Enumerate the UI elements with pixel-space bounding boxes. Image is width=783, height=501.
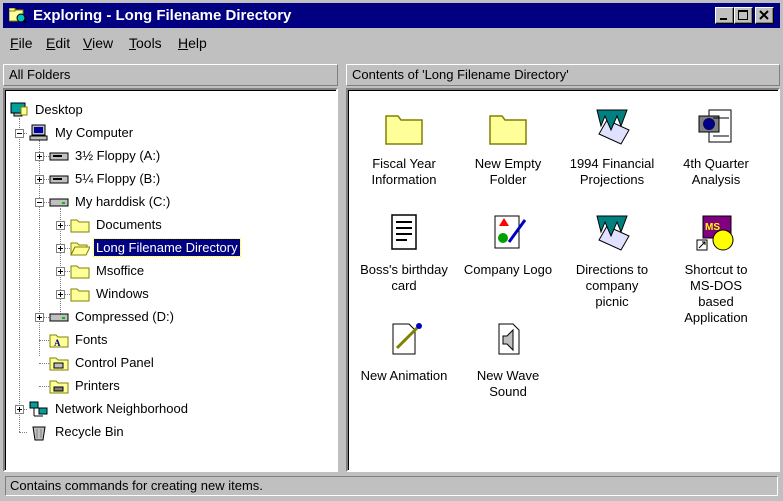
printers-folder-icon — [49, 380, 69, 394]
tree-label: Recycle Bin — [55, 424, 124, 439]
document-icon — [391, 214, 417, 250]
status-text: Contains commands for creating new items… — [5, 476, 778, 496]
folder-icon — [70, 219, 90, 233]
open-folder-icon — [70, 242, 90, 256]
folder-icon — [70, 288, 90, 302]
maximize-icon — [738, 10, 748, 20]
tree-label: Control Panel — [75, 355, 154, 370]
presentation-icon — [698, 109, 732, 143]
fonts-folder-icon: A — [49, 334, 69, 348]
paint-icon — [494, 215, 527, 249]
collapse-harddisk-c[interactable] — [35, 198, 44, 207]
file-item-company-logo[interactable]: Company Logo — [456, 212, 560, 278]
menu-edit[interactable]: Edit — [46, 35, 70, 51]
folder-icon — [70, 265, 90, 279]
hard-drive-icon — [49, 198, 69, 207]
menu-file[interactable]: File — [10, 35, 33, 51]
hard-drive-icon — [49, 313, 69, 322]
tree-label: Msoffice — [96, 263, 145, 278]
worksheet-icon — [596, 215, 630, 251]
menu-view[interactable]: View — [83, 35, 113, 51]
folder-icon — [385, 115, 423, 145]
expand-floppy-a[interactable] — [35, 152, 44, 161]
explorer-window: Exploring - Long Filename Directory File… — [0, 0, 783, 501]
svg-text:A: A — [54, 338, 61, 348]
file-item-boss-birthday-card[interactable]: Boss's birthday card — [352, 212, 456, 294]
tree-label: 5¼ Floppy (B:) — [75, 171, 161, 186]
expand-compressed-d[interactable] — [35, 313, 44, 322]
tree-label: Long Filename Directory — [93, 238, 241, 257]
tree-label: Fonts — [75, 332, 108, 347]
folder-icon — [489, 115, 527, 145]
tree-label: Desktop — [35, 102, 83, 117]
file-item-4th-quarter-analysis[interactable]: 4th Quarter Analysis — [664, 106, 768, 188]
tree-line — [19, 432, 27, 433]
tree-label: My harddisk (C:) — [75, 194, 171, 209]
floppy-drive-icon — [49, 175, 69, 184]
file-item-new-wave-sound[interactable]: New Wave Sound — [456, 318, 560, 400]
file-item-shortcut-to-msdos[interactable]: MS Shortcut to MS-DOS based Application — [664, 212, 768, 326]
tree-label: 3½ Floppy (A:) — [75, 148, 161, 163]
all-folders-header: All Folders — [3, 64, 338, 86]
tree-label: My Computer — [55, 125, 134, 140]
computer-icon — [29, 124, 48, 141]
file-item-fiscal-year[interactable]: Fiscal Year Information — [352, 106, 456, 188]
contents-header: Contents of 'Long Filename Directory' — [346, 64, 780, 86]
title-bar[interactable]: Exploring - Long Filename Directory — [3, 3, 780, 28]
control-panel-icon — [49, 357, 69, 371]
minimize-button[interactable] — [715, 7, 734, 24]
recycle-bin-icon — [32, 426, 46, 441]
expand-network[interactable] — [15, 405, 24, 414]
expand-floppy-b[interactable] — [35, 175, 44, 184]
tree-label: Printers — [75, 378, 120, 393]
status-bar: Contains commands for creating new items… — [3, 474, 780, 498]
tree-label: Windows — [96, 286, 149, 301]
expand-windows[interactable] — [56, 290, 65, 299]
contents-pane[interactable]: Fiscal Year Information New Empty Folder 1… — [346, 88, 780, 472]
tree-line — [19, 118, 20, 432]
minimize-icon — [720, 18, 727, 20]
file-item-new-animation[interactable]: New Animation — [352, 318, 456, 384]
desktop-icon — [10, 102, 28, 117]
msdos-shortcut-icon: MS — [696, 215, 734, 251]
maximize-button[interactable] — [734, 7, 753, 24]
close-button[interactable] — [755, 7, 774, 24]
expand-msoffice[interactable] — [56, 267, 65, 276]
animation-icon — [392, 323, 422, 355]
network-icon — [29, 401, 48, 417]
tree-label: Documents — [96, 217, 162, 232]
expand-long-filename[interactable] — [56, 244, 65, 253]
folder-tree-pane[interactable]: Desktop My Computer 3½ Floppy (A:) 5¼ Fl… — [3, 88, 338, 472]
tree-label: Network Neighborhood — [55, 401, 188, 416]
menu-bar: File Edit View Tools Help — [3, 30, 780, 56]
file-item-directions-to-company-picnic[interactable]: Directions to company picnic — [560, 212, 664, 310]
menu-help[interactable]: Help — [178, 35, 207, 51]
expand-documents[interactable] — [56, 221, 65, 230]
file-item-1994-financial-projections[interactable]: 1994 Financial Projections — [560, 106, 664, 188]
window-title: Exploring - Long Filename Directory — [33, 7, 292, 24]
explorer-icon — [9, 8, 27, 23]
menu-tools[interactable]: Tools — [129, 35, 162, 51]
floppy-drive-icon — [49, 152, 69, 161]
worksheet-icon — [596, 109, 630, 145]
collapse-my-computer[interactable] — [15, 129, 24, 138]
file-item-new-empty-folder[interactable]: New Empty Folder — [456, 106, 560, 188]
wave-sound-icon — [498, 323, 520, 355]
tree-line — [39, 140, 40, 356]
close-icon — [759, 10, 769, 20]
tree-label: Compressed (D:) — [75, 309, 174, 324]
